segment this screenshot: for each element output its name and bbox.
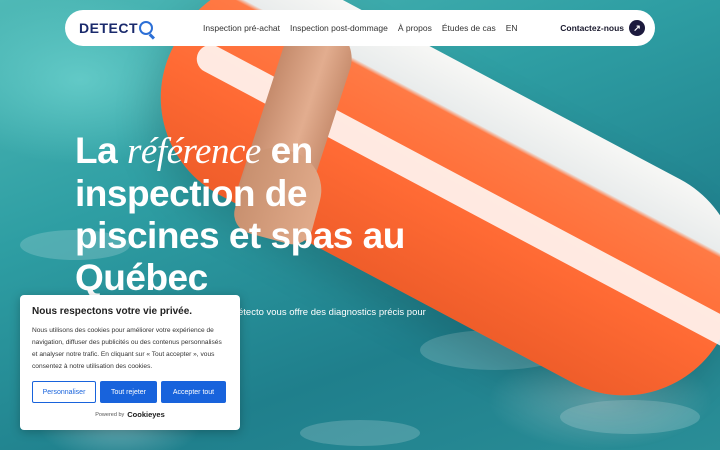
customize-button[interactable]: Personnaliser [32,381,96,403]
headline-emphasis: référence [126,131,261,172]
cookie-consent-banner: Nous respectons votre vie privée. Nous u… [20,295,240,430]
cookie-description: Nous utilisons des cookies pour améliore… [32,327,222,370]
magnifier-o-icon [139,21,153,35]
contact-label: Contactez-nous [560,23,624,33]
powered-by-label: Powered by [95,411,125,418]
reject-all-button[interactable]: Tout rejeter [100,381,157,403]
arrow-up-right-icon: ↗ [629,20,645,36]
detecto-logo[interactable]: DETECT [79,20,153,36]
top-navbar: DETECT Inspection pré-achat Inspection p… [65,10,655,46]
accept-all-button[interactable]: Accepter tout [161,381,226,403]
nav-link-post-dommage[interactable]: Inspection post-dommage [290,23,388,33]
powered-by-cookieyes[interactable]: Powered by Cookieyes [32,410,228,419]
hero-subtitle: étecto vous offre des diagnostics précis… [238,307,426,318]
language-switch-en[interactable]: EN [506,23,518,33]
contact-button[interactable]: Contactez-nous ↗ [560,20,645,36]
nav-link-pre-achat[interactable]: Inspection pré-achat [203,23,280,33]
logo-text: DETECT [79,20,138,36]
cookie-title: Nous respectons votre vie privée. [32,306,193,317]
nav-link-etudes-de-cas[interactable]: Études de cas [442,23,496,33]
headline-part-1: La [75,130,127,171]
hero-headline: La référence en inspection de piscines e… [75,130,435,299]
nav-link-a-propos[interactable]: À propos [398,23,432,33]
nav-links: Inspection pré-achat Inspection post-dom… [203,23,518,33]
cookie-buttons: Personnaliser Tout rejeter Accepter tout [32,381,228,403]
cookieyes-logo: Cookieyes [127,410,165,419]
